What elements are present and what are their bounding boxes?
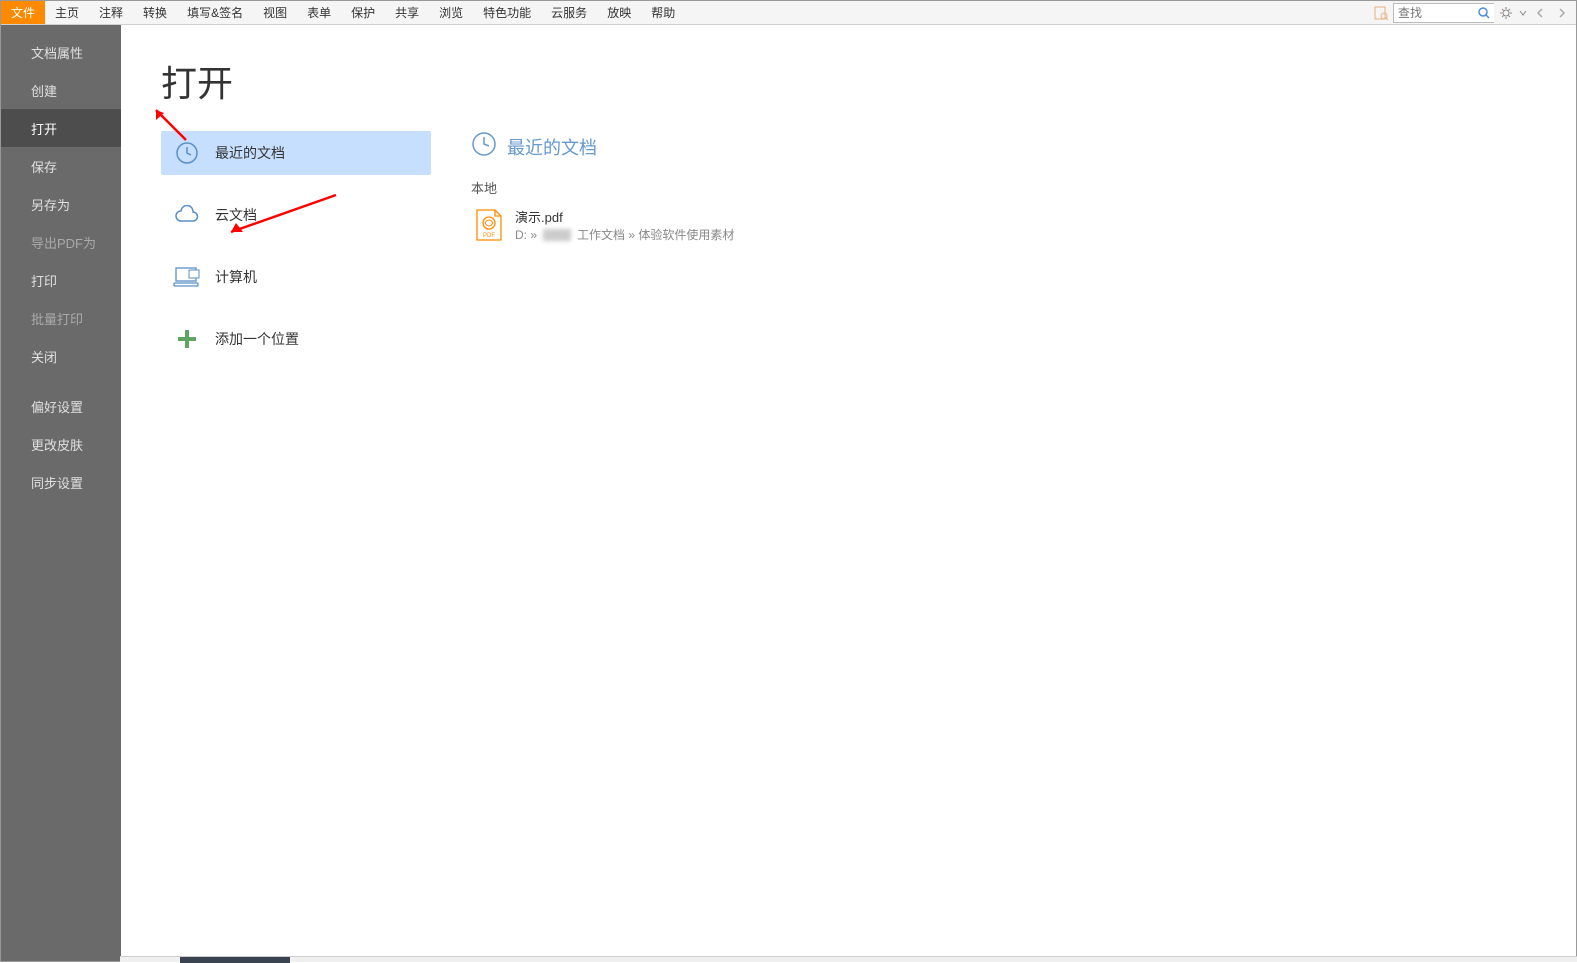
location-list: 最近的文档 云文档 计算机 xyxy=(161,131,431,361)
file-sidebar: 文档属性 创建 打开 保存 另存为 导出PDF为 打印 批量打印 关闭 偏好设置… xyxy=(1,25,121,961)
menu-present[interactable]: 放映 xyxy=(597,1,641,24)
nav-back-icon[interactable] xyxy=(1530,3,1550,23)
search-icon[interactable] xyxy=(1474,3,1494,23)
content-area: 打开 最近的文档 云文档 xyxy=(121,25,1576,961)
search-box[interactable] xyxy=(1393,3,1494,23)
menu-home[interactable]: 主页 xyxy=(45,1,89,24)
computer-icon xyxy=(173,263,201,291)
menu-fillsign[interactable]: 填写&签名 xyxy=(177,1,253,24)
svg-text:PDF: PDF xyxy=(483,233,495,239)
nav-forward-icon[interactable] xyxy=(1552,3,1572,23)
sidebar-item-create[interactable]: 创建 xyxy=(1,71,121,109)
sidebar-item-properties[interactable]: 文档属性 xyxy=(1,33,121,71)
location-label: 计算机 xyxy=(215,267,257,287)
search-input[interactable] xyxy=(1394,6,1474,20)
top-menu-bar: 文件 主页 注释 转换 填写&签名 视图 表单 保护 共享 浏览 特色功能 云服… xyxy=(1,1,1576,25)
local-section-label: 本地 xyxy=(471,178,1536,197)
clock-icon xyxy=(471,131,497,162)
sidebar-item-open[interactable]: 打开 xyxy=(1,109,121,147)
file-info: 演示.pdf D: » 工作文档 » 体验软件使用素材 xyxy=(515,207,734,243)
sidebar-item-saveas[interactable]: 另存为 xyxy=(1,185,121,223)
sidebar-item-print[interactable]: 打印 xyxy=(1,261,121,299)
location-label: 添加一个位置 xyxy=(215,329,299,349)
obscured-path-segment xyxy=(543,229,571,241)
menu-protect[interactable]: 保护 xyxy=(341,1,385,24)
file-name: 演示.pdf xyxy=(515,207,734,226)
recent-file-item[interactable]: PDF 演示.pdf D: » 工作文档 » 体验软件使用素材 xyxy=(471,201,1536,249)
sidebar-item-batchprint[interactable]: 批量打印 xyxy=(1,299,121,337)
location-computer[interactable]: 计算机 xyxy=(161,255,431,299)
dropdown-icon[interactable] xyxy=(1518,3,1528,23)
location-recent[interactable]: 最近的文档 xyxy=(161,131,431,175)
menu-view[interactable]: 视图 xyxy=(253,1,297,24)
menu-comment[interactable]: 注释 xyxy=(89,1,133,24)
file-path: D: » 工作文档 » 体验软件使用素材 xyxy=(515,226,734,243)
cloud-icon xyxy=(173,201,201,229)
sidebar-item-preferences[interactable]: 偏好设置 xyxy=(1,387,121,425)
sidebar-item-save[interactable]: 保存 xyxy=(1,147,121,185)
sidebar-item-export[interactable]: 导出PDF为 xyxy=(1,223,121,261)
status-bar xyxy=(120,956,1577,962)
pdf-file-icon: PDF xyxy=(475,209,503,241)
gear-icon[interactable] xyxy=(1496,3,1516,23)
menu-browse[interactable]: 浏览 xyxy=(429,1,473,24)
menu-file[interactable]: 文件 xyxy=(1,1,45,24)
menu-share[interactable]: 共享 xyxy=(385,1,429,24)
location-cloud[interactable]: 云文档 xyxy=(161,193,431,237)
recent-title: 最近的文档 xyxy=(507,134,597,160)
plus-icon xyxy=(173,325,201,353)
recent-header: 最近的文档 xyxy=(471,131,1536,162)
menu-convert[interactable]: 转换 xyxy=(133,1,177,24)
sidebar-item-sync[interactable]: 同步设置 xyxy=(1,463,121,501)
recent-panel: 最近的文档 本地 PDF 演示.pdf xyxy=(471,131,1536,361)
sidebar-item-close[interactable]: 关闭 xyxy=(1,337,121,375)
menu-form[interactable]: 表单 xyxy=(297,1,341,24)
location-add[interactable]: 添加一个位置 xyxy=(161,317,431,361)
sidebar-item-skin[interactable]: 更改皮肤 xyxy=(1,425,121,463)
location-label: 云文档 xyxy=(215,205,257,225)
right-toolbar xyxy=(1371,1,1576,24)
page-title: 打开 xyxy=(161,55,1536,107)
menu-cloud[interactable]: 云服务 xyxy=(541,1,597,24)
find-doc-icon[interactable] xyxy=(1371,3,1391,23)
menu-feature[interactable]: 特色功能 xyxy=(473,1,541,24)
menu-help[interactable]: 帮助 xyxy=(641,1,685,24)
clock-icon xyxy=(173,139,201,167)
location-label: 最近的文档 xyxy=(215,143,285,163)
